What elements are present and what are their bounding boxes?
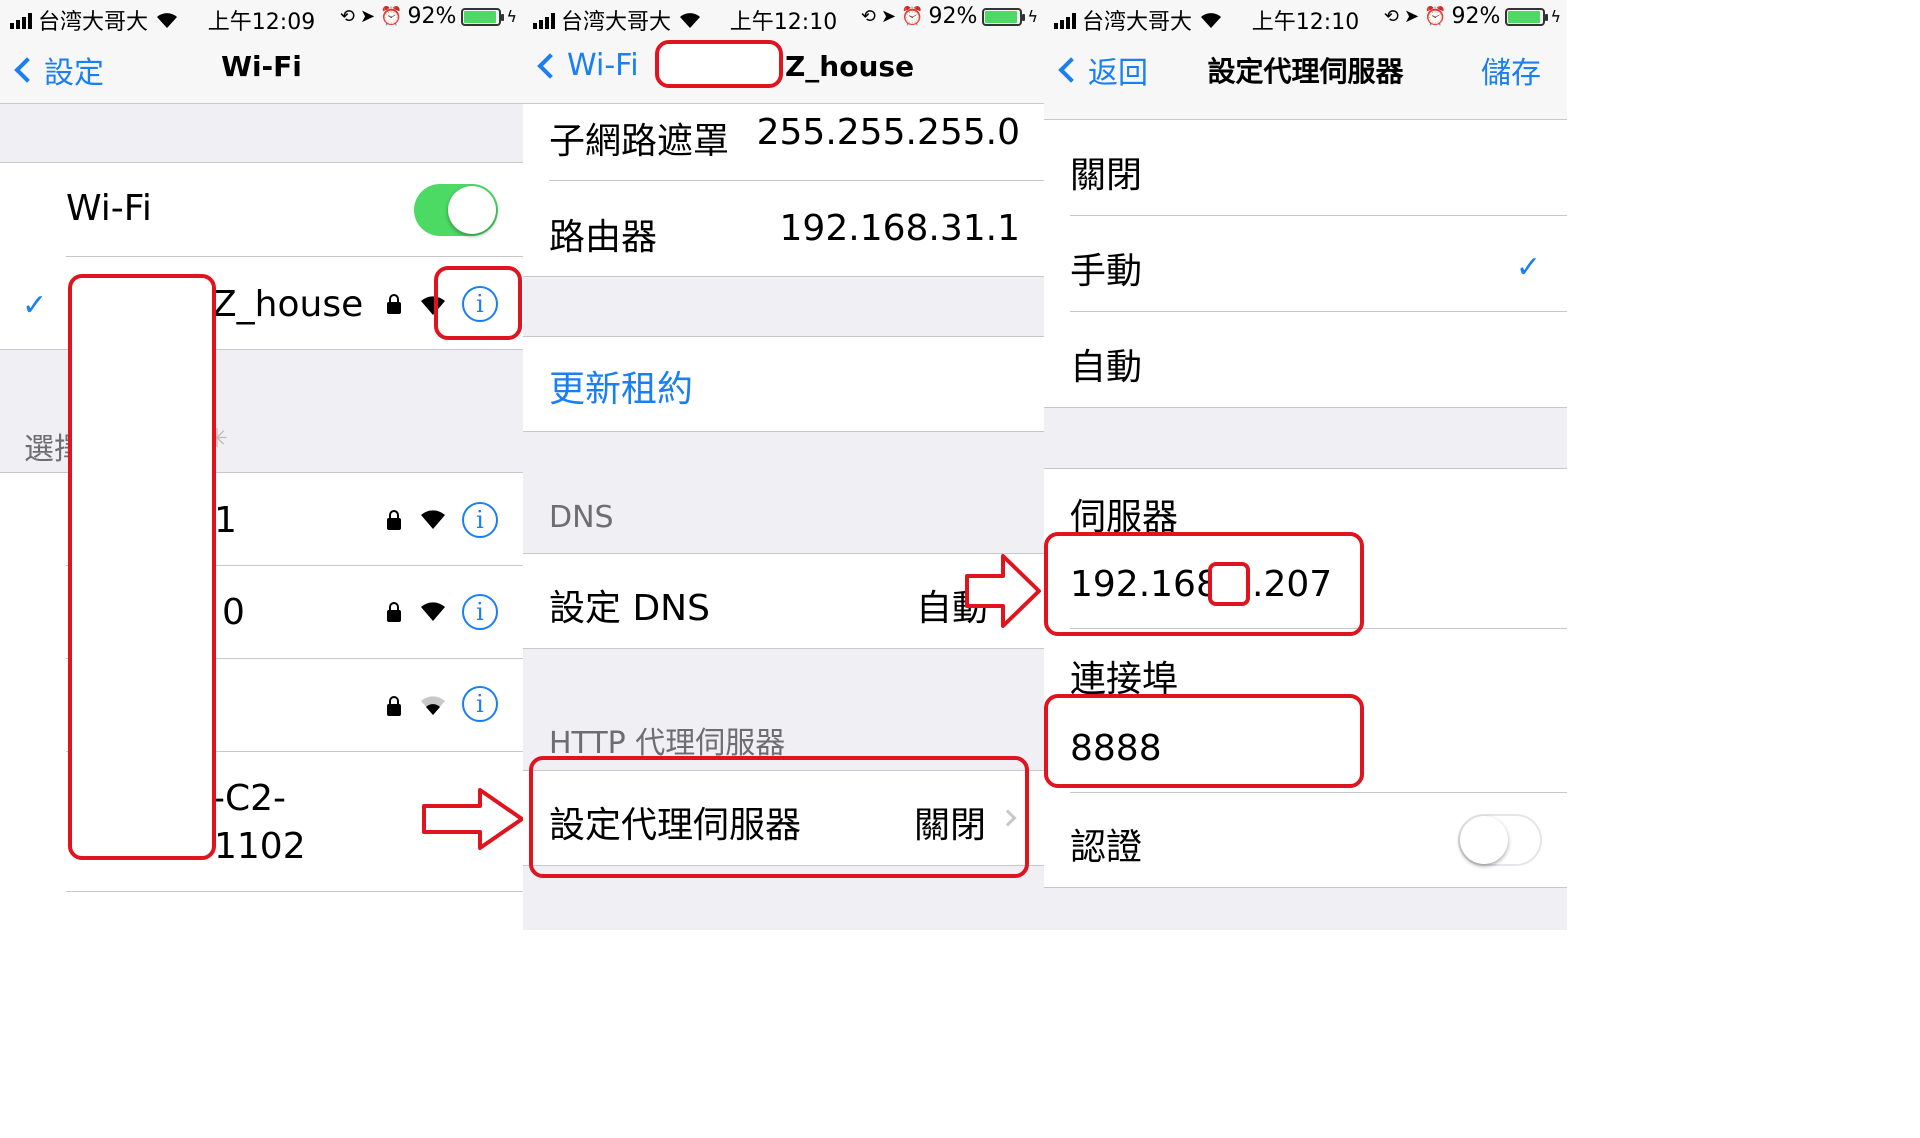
back-label: Wi-Fi [567, 48, 639, 83]
lock-icon [387, 696, 401, 716]
annotation-highlight [434, 266, 522, 340]
info-button[interactable]: i [462, 502, 498, 538]
wifi-toggle-label: Wi-Fi [66, 188, 152, 229]
status-bar: 台湾大哥大 上午12:10 ⟲ ➤ ⏰ 92% ϟ [523, 0, 1044, 35]
lock-icon [387, 602, 401, 622]
wifi-signal-icon [421, 602, 445, 621]
page-title: Wi-Fi [221, 50, 302, 83]
nav-bar: Wi-Fi Z_house [523, 34, 1044, 104]
battery-percent: 92% [1451, 4, 1501, 29]
rotation-lock-icon: ⟲ [860, 6, 877, 27]
checkmark-icon: ✓ [1515, 250, 1541, 285]
wifi-settings-screen: 台湾大哥大 上午12:09 ⟲ ➤ ⏰ 92% ϟ 設定 Wi-Fi Wi-Fi… [0, 0, 523, 930]
screenshot-composite: 台湾大哥大 上午12:09 ⟲ ➤ ⏰ 92% ϟ 設定 Wi-Fi Wi-Fi… [0, 0, 1570, 930]
nav-bar: 設定 Wi-Fi [0, 34, 523, 104]
dns-header: DNS [549, 500, 614, 535]
charging-icon: ϟ [1550, 7, 1561, 26]
wifi-toggle[interactable] [414, 184, 498, 236]
ip-info-group: 子網路遮罩 255.255.255.0 路由器 192.168.31.1 [523, 104, 1044, 277]
network-detail-screen: 台湾大哥大 上午12:10 ⟲ ➤ ⏰ 92% ϟ Wi-Fi Z_house … [523, 0, 1044, 930]
alarm-icon: ⏰ [380, 6, 403, 27]
info-button[interactable]: i [462, 686, 498, 722]
page-title: Z_house [785, 50, 915, 83]
redaction-box [68, 274, 216, 860]
battery-percent: 92% [928, 4, 978, 29]
connected-network-name[interactable]: Z_house [212, 284, 363, 325]
auth-label: 認證 [1070, 827, 1143, 868]
redaction-box [655, 40, 783, 88]
charging-icon: ϟ [506, 7, 517, 26]
configure-proxy-screen: 台湾大哥大 上午12:10 ⟲ ➤ ⏰ 92% ϟ 返回 設定代理伺服器 儲存 [1044, 0, 1567, 930]
annotation-highlight [529, 756, 1029, 878]
lock-icon [387, 510, 401, 530]
network-name-line2: 1102 [214, 826, 306, 867]
network-name: 1 [214, 500, 237, 541]
option-label: 關閉 [1070, 155, 1143, 196]
network-name: 0 [222, 592, 245, 633]
battery-percent: 92% [407, 4, 457, 29]
charging-icon: ϟ [1027, 7, 1038, 26]
network-name-line1: -C2- [212, 778, 287, 819]
router-label: 路由器 [549, 217, 658, 258]
location-icon: ➤ [1404, 6, 1420, 27]
subnet-mask-value: 255.255.255.0 [756, 112, 1020, 153]
save-button[interactable]: 儲存 [1481, 48, 1541, 92]
annotation-highlight [1044, 694, 1364, 788]
info-button[interactable]: i [462, 594, 498, 630]
battery-icon [982, 7, 1026, 26]
back-button[interactable]: Wi-Fi [535, 48, 639, 83]
renew-lease-button[interactable]: 更新租約 [549, 360, 693, 412]
renew-lease-group: 更新租約 [523, 336, 1044, 432]
option-label: 手動 [1070, 251, 1143, 292]
status-bar: 台湾大哥大 上午12:09 ⟲ ➤ ⏰ 92% ϟ [0, 0, 523, 35]
chevron-left-icon [537, 52, 563, 79]
configure-dns-label: 設定 DNS [549, 588, 710, 629]
manual-proxy-group: 伺服器 192.168. .207 連接埠 8888 認證 [1044, 468, 1567, 888]
rotation-lock-icon: ⟲ [1383, 6, 1400, 27]
rotation-lock-icon: ⟲ [339, 6, 356, 27]
annotation-arrow-icon [422, 788, 523, 850]
wifi-signal-icon [421, 696, 445, 715]
auth-toggle[interactable] [1458, 814, 1542, 866]
annotation-highlight [1044, 532, 1364, 636]
router-value: 192.168.31.1 [779, 208, 1020, 249]
alarm-icon: ⏰ [901, 6, 924, 27]
subnet-mask-label: 子網路遮罩 [549, 121, 730, 162]
lock-icon [387, 294, 401, 314]
nav-bar: 返回 設定代理伺服器 儲存 [1044, 34, 1567, 120]
battery-icon [461, 7, 505, 26]
annotation-arrow-icon [965, 554, 1041, 628]
battery-icon [1505, 7, 1549, 26]
proxy-mode-group: 關閉 手動 ✓ 自動 [1044, 120, 1567, 408]
wifi-signal-icon [421, 510, 445, 529]
checkmark-icon: ✓ [22, 288, 48, 323]
option-label: 自動 [1070, 347, 1143, 388]
location-icon: ➤ [881, 6, 897, 27]
status-bar: 台湾大哥大 上午12:10 ⟲ ➤ ⏰ 92% ϟ [1044, 0, 1567, 35]
location-icon: ➤ [360, 6, 376, 27]
alarm-icon: ⏰ [1424, 6, 1447, 27]
redaction-box [1208, 562, 1250, 606]
